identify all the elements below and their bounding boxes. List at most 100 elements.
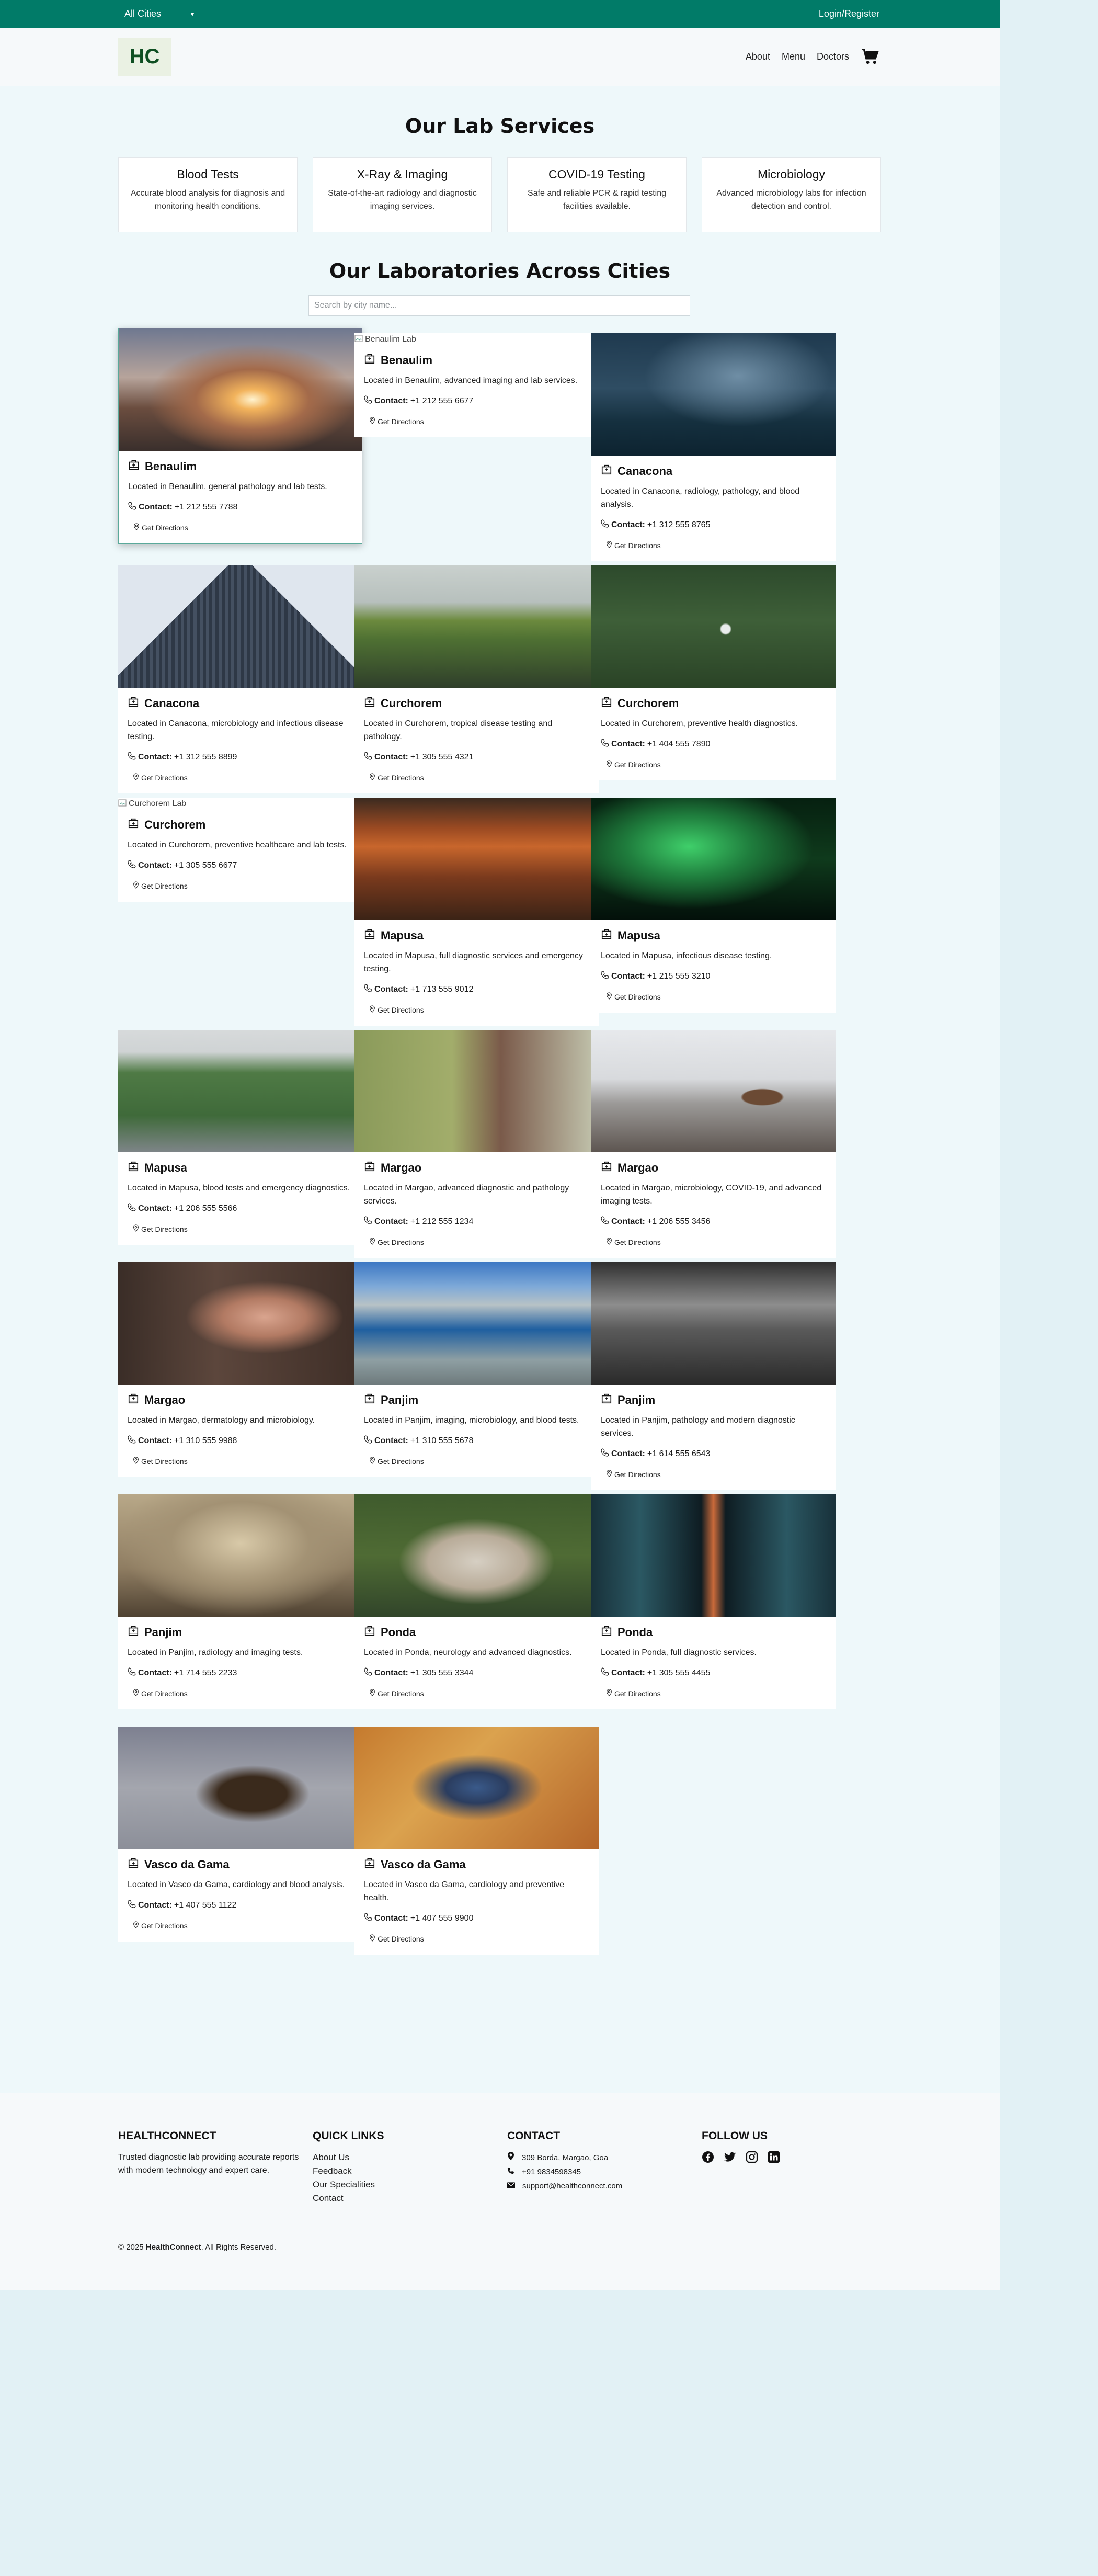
linkedin-icon[interactable] [768,2151,780,2166]
lab-description: Located in Vasco da Gama, cardiology and… [128,1880,345,1889]
lab-phone[interactable]: +1 212 555 7788 [175,503,238,512]
lab-description: Located in Margao, microbiology, COVID-1… [601,1184,822,1206]
lab-phone[interactable]: +1 614 555 6543 [647,1449,711,1459]
footer-link-contact[interactable]: Contact [313,2192,507,2205]
get-directions-button[interactable]: Get Directions [364,415,429,428]
lab-card[interactable]: Ponda Located in Ponda, full diagnostic … [591,1494,836,1709]
contact-label: Contact: [138,860,172,870]
get-directions-button[interactable]: Get Directions [128,1919,193,1932]
lab-card[interactable]: Margao Located in Margao, dermatology an… [118,1262,362,1477]
image-alt-text: Curchorem Lab [129,799,187,808]
instagram-icon[interactable] [746,2151,758,2166]
lab-phone[interactable]: +1 312 555 8899 [174,753,237,762]
logo[interactable]: HC [118,38,171,76]
lab-card[interactable]: Curchorem Located in Curchorem, preventi… [591,565,836,780]
get-directions-button[interactable]: Get Directions [601,1235,666,1249]
lab-phone[interactable]: +1 404 555 7890 [647,740,711,749]
lab-phone[interactable]: +1 312 555 8765 [647,520,711,530]
lab-phone[interactable]: +1 310 555 5678 [410,1436,474,1446]
get-directions-button[interactable]: Get Directions [364,1455,429,1468]
footer-email[interactable]: support@healthconnect.com [522,2179,622,2193]
cart-icon[interactable] [861,48,879,65]
facebook-icon[interactable] [702,2151,714,2166]
contact-label: Contact: [138,1900,172,1910]
footer-link-specialities[interactable]: Our Specialities [313,2178,507,2192]
login-register-link[interactable]: Login/Register [819,8,879,19]
phone-icon [601,1667,609,1678]
phone-icon [364,1216,372,1227]
lab-phone[interactable]: +1 206 555 5566 [174,1204,237,1213]
get-directions-button[interactable]: Get Directions [364,1932,429,1945]
lab-card[interactable]: Mapusa Located in Mapusa, infectious dis… [591,798,836,1013]
lab-phone[interactable]: +1 407 555 1122 [174,1901,236,1910]
lab-phone[interactable]: +1 713 555 9012 [410,985,474,994]
get-directions-button[interactable]: Get Directions [601,990,666,1003]
lab-phone[interactable]: +1 305 555 6677 [174,861,237,870]
lab-card[interactable]: Panjim Located in Panjim, imaging, micro… [354,1262,599,1477]
lab-phone[interactable]: +1 206 555 3456 [647,1217,711,1227]
footer-link-about[interactable]: About Us [313,2151,507,2164]
get-directions-button[interactable]: Get Directions [601,539,666,552]
city-select-value: All Cities [124,8,162,19]
lab-phone[interactable]: +1 212 555 1234 [410,1217,474,1227]
city-select[interactable]: All Cities ▼ [124,8,196,19]
lab-card[interactable]: Panjim Located in Panjim, pathology and … [591,1262,836,1490]
lab-card[interactable]: Benaulim Lab Benaulim Located in Benauli… [354,333,599,437]
chevron-down-icon: ▼ [189,10,196,18]
lab-card[interactable]: Canacona Located in Canacona, radiology,… [591,333,836,561]
nav-menu[interactable]: Menu [782,51,805,62]
lab-card[interactable]: Curchorem Lab Curchorem Located in Curch… [118,798,362,902]
nav-doctors[interactable]: Doctors [817,51,849,62]
lab-card[interactable]: Canacona Located in Canacona, microbiolo… [118,565,362,793]
lab-card[interactable]: Vasco da Gama Located in Vasco da Gama, … [118,1727,362,1942]
get-directions-button[interactable]: Get Directions [128,1455,193,1468]
broken-image: Curchorem Lab [118,798,362,809]
lab-phone[interactable]: +1 407 555 9900 [410,1914,474,1923]
lab-card-body: Benaulim Located in Benaulim, advanced i… [354,345,599,437]
lab-city: Vasco da Gama [381,1858,466,1871]
lab-title: Panjim [364,1393,589,1408]
get-directions-button[interactable]: Get Directions [601,758,666,771]
get-directions-button[interactable]: Get Directions [128,1687,193,1700]
footer-link-feedback[interactable]: Feedback [313,2164,507,2178]
get-directions-button[interactable]: Get Directions [128,879,193,892]
get-directions-button[interactable]: Get Directions [601,1468,666,1481]
lab-phone[interactable]: +1 212 555 6677 [410,396,474,406]
get-directions-button[interactable]: Get Directions [128,771,193,784]
phone-icon [601,739,609,750]
city-search-input[interactable] [308,295,690,316]
lab-card[interactable]: Mapusa Located in Mapusa, full diagnosti… [354,798,599,1026]
get-directions-button[interactable]: Get Directions [128,521,193,534]
lab-phone[interactable]: +1 714 555 2233 [174,1669,237,1678]
lab-city: Margao [381,1161,422,1174]
lab-card[interactable]: Mapusa Located in Mapusa, blood tests an… [118,1030,362,1245]
get-directions-label: Get Directions [141,1921,188,1930]
lab-phone[interactable]: +1 215 555 3210 [647,972,711,981]
lab-card[interactable]: Vasco da Gama Located in Vasco da Gama, … [354,1727,599,1955]
lab-card[interactable]: Margao Located in Margao, microbiology, … [591,1030,836,1258]
lab-card[interactable]: Panjim Located in Panjim, radiology and … [118,1494,362,1709]
lab-card-body: Ponda Located in Ponda, neurology and ad… [354,1617,599,1709]
lab-phone[interactable]: +1 305 555 4455 [647,1669,711,1678]
lab-city: Curchorem [381,697,442,710]
get-directions-button[interactable]: Get Directions [601,1687,666,1700]
lab-phone[interactable]: +1 310 555 9988 [174,1436,237,1446]
hospital-icon [364,1625,375,1640]
page: All Cities ▼ Login/Register HC About Men… [0,0,1000,2290]
get-directions-button[interactable]: Get Directions [364,1003,429,1016]
lab-phone[interactable]: +1 305 555 3344 [410,1669,474,1678]
footer-phone[interactable]: +91 9834598345 [522,2165,581,2179]
lab-card[interactable]: Curchorem Located in Curchorem, tropical… [354,565,599,793]
lab-phone[interactable]: +1 305 555 4321 [410,753,474,762]
get-directions-button[interactable]: Get Directions [364,771,429,784]
nav-about[interactable]: About [746,51,770,62]
contact-label: Contact: [611,971,645,981]
lab-card[interactable]: Ponda Located in Ponda, neurology and ad… [354,1494,599,1709]
get-directions-button[interactable]: Get Directions [364,1235,429,1249]
twitter-icon[interactable] [724,2151,736,2166]
get-directions-button[interactable]: Get Directions [128,1222,193,1235]
get-directions-button[interactable]: Get Directions [364,1687,429,1700]
lab-card[interactable]: Benaulim Located in Benaulim, general pa… [118,328,362,544]
location-pin-icon [606,992,612,1001]
lab-card[interactable]: Margao Located in Margao, advanced diagn… [354,1030,599,1258]
